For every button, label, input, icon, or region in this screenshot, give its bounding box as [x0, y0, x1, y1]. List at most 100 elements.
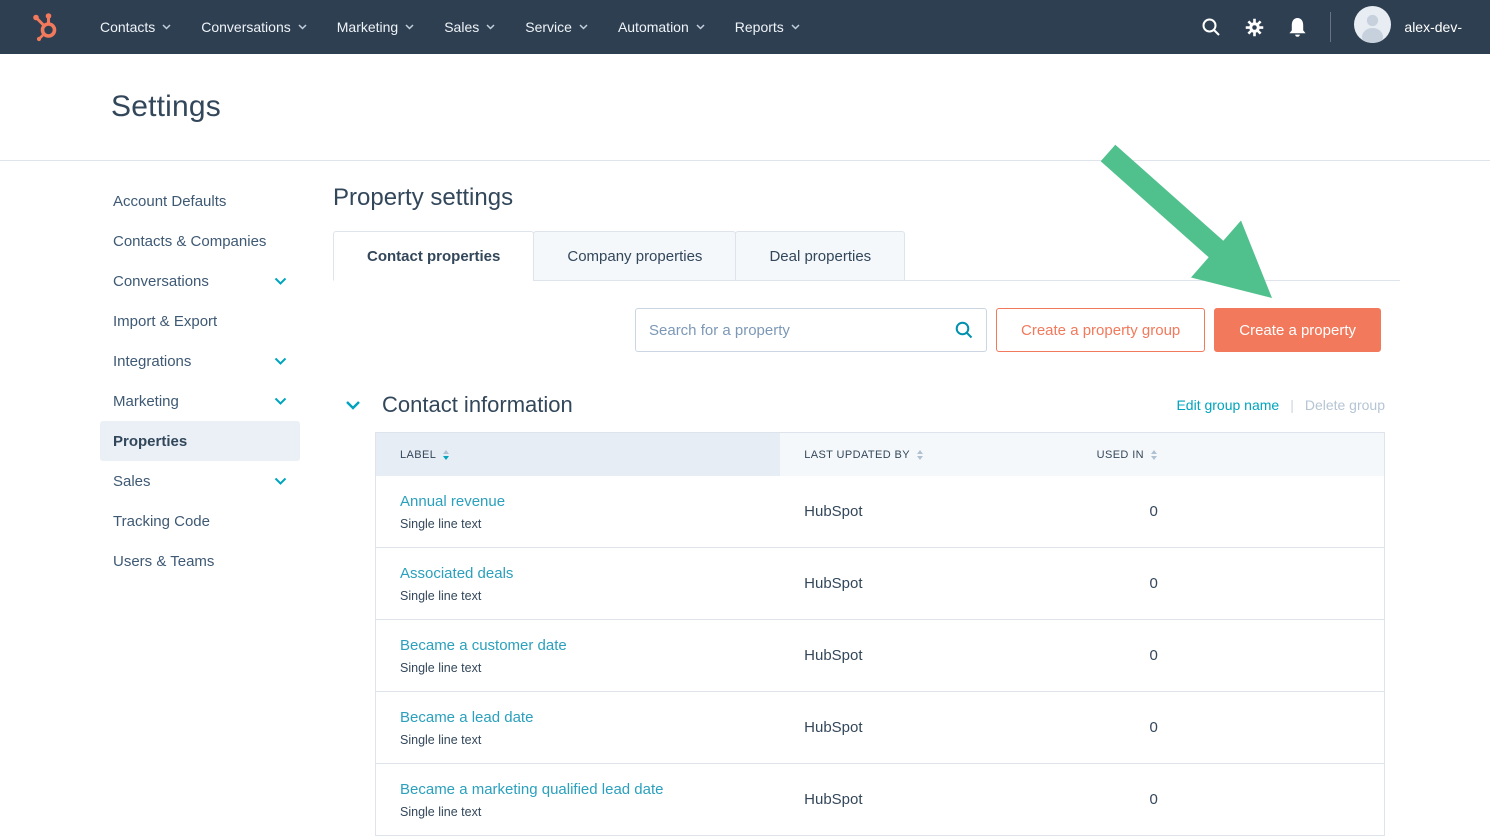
sidebar-item-label: Users & Teams [113, 553, 214, 570]
search-icon [955, 321, 973, 339]
nav-label: Marketing [337, 19, 398, 35]
bell-icon[interactable] [1288, 17, 1307, 38]
username: alex-dev- [1404, 19, 1462, 35]
sidebar-item-label: Account Defaults [113, 193, 226, 210]
chevron-down-icon [696, 24, 705, 30]
nav-label: Service [525, 19, 572, 35]
tab-deal-properties[interactable]: Deal properties [735, 231, 905, 281]
chevron-down-icon [791, 24, 800, 30]
edit-group-name-link[interactable]: Edit group name [1176, 397, 1279, 413]
create-property-group-button[interactable]: Create a property group [996, 308, 1205, 352]
sidebar-item-sales[interactable]: Sales [100, 461, 300, 501]
property-link[interactable]: Associated deals [400, 565, 780, 582]
sort-icon[interactable] [1151, 450, 1157, 460]
column-header-last-updated-by[interactable]: LAST UPDATED BY [780, 433, 1072, 476]
collapse-chevron-icon[interactable] [345, 400, 361, 410]
column-header-text: USED IN [1097, 449, 1144, 461]
main-nav: Contacts Conversations Marketing Sales S… [100, 19, 800, 35]
page-title: Settings [111, 90, 221, 124]
property-type: Single line text [400, 805, 780, 819]
top-navbar: Contacts Conversations Marketing Sales S… [0, 0, 1490, 54]
sort-icon[interactable] [917, 450, 923, 460]
column-header-text: LAST UPDATED BY [804, 449, 910, 461]
properties-table: LABEL LAST UPDATED BY USED IN Annual rev… [375, 432, 1385, 836]
used-in-value: 0 [1073, 719, 1384, 736]
tab-label: Deal properties [769, 248, 871, 265]
nav-item-reports[interactable]: Reports [735, 19, 800, 35]
hubspot-logo-icon[interactable] [30, 11, 60, 43]
gear-icon[interactable] [1244, 17, 1265, 38]
sort-icon[interactable] [443, 450, 449, 460]
sidebar-item-label: Contacts & Companies [113, 233, 266, 250]
sidebar-item-tracking-code[interactable]: Tracking Code [100, 501, 300, 541]
group-links: Edit group name | Delete group [1176, 397, 1400, 413]
sidebar-item-label: Conversations [113, 273, 209, 290]
nav-item-contacts[interactable]: Contacts [100, 19, 171, 35]
sidebar-item-properties[interactable]: Properties [100, 421, 300, 461]
navbar-divider [1330, 12, 1331, 42]
sidebar-item-users-teams[interactable]: Users & Teams [100, 541, 300, 581]
property-type: Single line text [400, 517, 780, 531]
table-row: Became a lead date Single line text HubS… [375, 692, 1385, 764]
nav-item-service[interactable]: Service [525, 19, 588, 35]
sidebar-item-marketing[interactable]: Marketing [100, 381, 300, 421]
property-link[interactable]: Became a lead date [400, 709, 780, 726]
property-search-input[interactable] [635, 308, 987, 352]
main-panel: Property settings Contact properties Com… [333, 181, 1400, 836]
sidebar-item-label: Marketing [113, 393, 179, 410]
user-menu[interactable]: alex-dev- [1354, 6, 1462, 48]
page-header: Settings [0, 54, 1490, 161]
chevron-down-icon [274, 357, 287, 365]
chevron-down-icon [405, 24, 414, 30]
sidebar-item-import-export[interactable]: Import & Export [100, 301, 300, 341]
property-toolbar: Create a property group Create a propert… [333, 308, 1400, 352]
nav-item-conversations[interactable]: Conversations [201, 19, 307, 35]
column-header-label[interactable]: LABEL [376, 433, 780, 476]
nav-label: Contacts [100, 19, 155, 35]
nav-item-automation[interactable]: Automation [618, 19, 705, 35]
property-link[interactable]: Became a customer date [400, 637, 780, 654]
used-in-value: 0 [1073, 647, 1384, 664]
search-box [635, 308, 987, 352]
chevron-down-icon [579, 24, 588, 30]
navbar-right: alex-dev- [1201, 6, 1462, 48]
search-icon[interactable] [1201, 17, 1221, 37]
property-link[interactable]: Annual revenue [400, 493, 780, 510]
sidebar-item-label: Properties [113, 433, 187, 450]
create-property-button[interactable]: Create a property [1214, 308, 1381, 352]
used-in-value: 0 [1073, 791, 1384, 808]
column-header-text: LABEL [400, 449, 436, 461]
link-separator: | [1290, 397, 1294, 413]
section-title: Property settings [333, 184, 1400, 212]
chevron-down-icon [486, 24, 495, 30]
sidebar-item-account-defaults[interactable]: Account Defaults [100, 181, 300, 221]
nav-item-marketing[interactable]: Marketing [337, 19, 414, 35]
table-header-row: LABEL LAST UPDATED BY USED IN [375, 432, 1385, 476]
chevron-down-icon [274, 277, 287, 285]
settings-sidebar: Account Defaults Contacts & Companies Co… [100, 181, 300, 836]
last-updated-by-value: HubSpot [780, 647, 1072, 664]
used-in-value: 0 [1073, 503, 1384, 520]
chevron-down-icon [274, 477, 287, 485]
last-updated-by-value: HubSpot [780, 791, 1072, 808]
table-row: Annual revenue Single line text HubSpot … [375, 476, 1385, 548]
sidebar-item-conversations[interactable]: Conversations [100, 261, 300, 301]
tab-contact-properties[interactable]: Contact properties [333, 231, 534, 281]
last-updated-by-value: HubSpot [780, 503, 1072, 520]
delete-group-link: Delete group [1305, 397, 1385, 413]
tab-company-properties[interactable]: Company properties [533, 231, 736, 281]
property-link[interactable]: Became a marketing qualified lead date [400, 781, 780, 798]
sidebar-item-contacts-companies[interactable]: Contacts & Companies [100, 221, 300, 261]
avatar [1354, 6, 1391, 48]
chevron-down-icon [162, 24, 171, 30]
table-row: Became a customer date Single line text … [375, 620, 1385, 692]
table-row: Became a marketing qualified lead date S… [375, 764, 1385, 836]
sidebar-item-integrations[interactable]: Integrations [100, 341, 300, 381]
sidebar-item-label: Sales [113, 473, 151, 490]
nav-item-sales[interactable]: Sales [444, 19, 495, 35]
column-header-used-in[interactable]: USED IN [1073, 433, 1384, 476]
nav-label: Sales [444, 19, 479, 35]
sidebar-item-label: Import & Export [113, 313, 217, 330]
property-type: Single line text [400, 733, 780, 747]
chevron-down-icon [274, 397, 287, 405]
